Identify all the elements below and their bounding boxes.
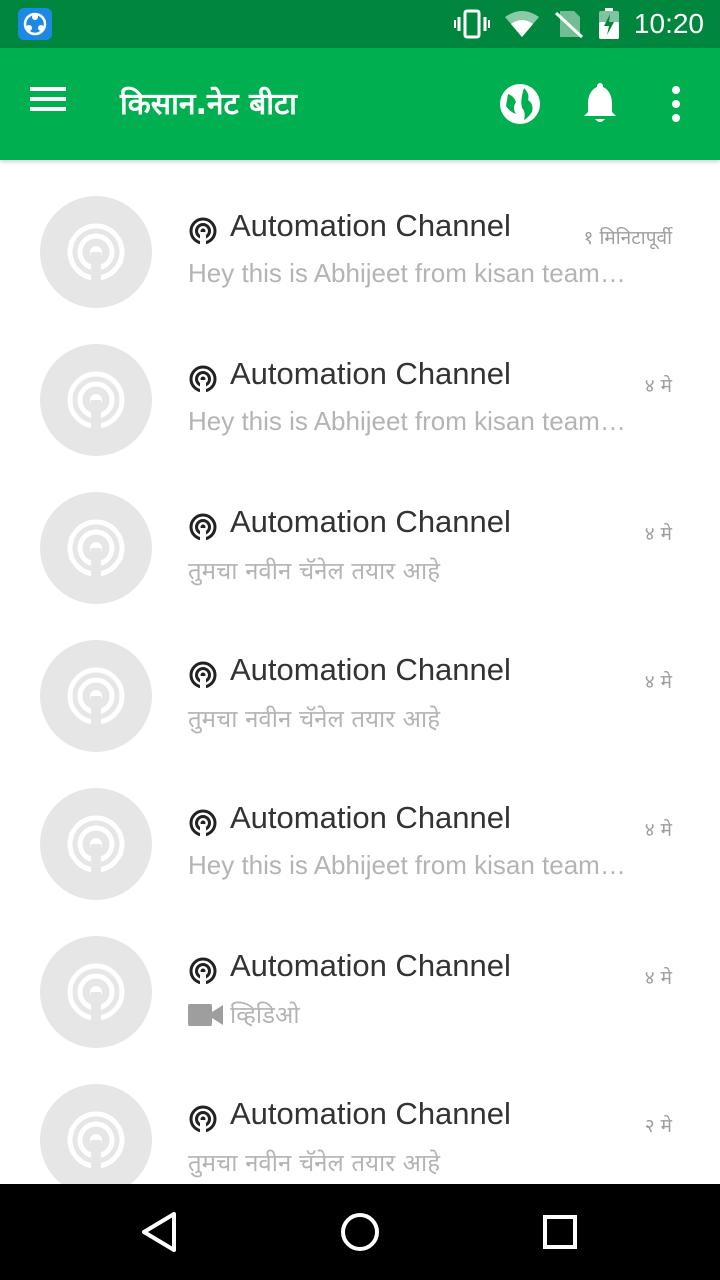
channel-avatar bbox=[40, 492, 152, 604]
app-title: किसान.नेट बीटा bbox=[120, 87, 297, 122]
channel-row[interactable]: Automation Channel १ मिनिटापूर्वी Hey th… bbox=[0, 160, 720, 308]
back-icon[interactable] bbox=[136, 1208, 184, 1256]
channel-row[interactable]: Automation Channel ४ मे तुमचा नवीन चॅनेल… bbox=[0, 456, 720, 604]
channel-list: Automation Channel १ मिनिटापूर्वी Hey th… bbox=[0, 160, 720, 1184]
navigation-bar bbox=[0, 1184, 720, 1280]
channel-time: २ मे bbox=[644, 1115, 672, 1137]
video-label: व्हिडिओ bbox=[230, 1001, 300, 1029]
recent-apps-icon[interactable] bbox=[536, 1208, 584, 1256]
bell-icon[interactable] bbox=[574, 78, 626, 130]
broadcast-icon bbox=[189, 513, 217, 542]
channel-name: Automation Channel bbox=[230, 800, 511, 835]
video-camera-icon bbox=[188, 1003, 223, 1026]
vibrate-icon bbox=[453, 9, 490, 39]
home-icon[interactable] bbox=[336, 1208, 384, 1256]
channel-last-message: Hey this is Abhijeet from kisan team. We… bbox=[188, 258, 632, 288]
channel-avatar bbox=[40, 936, 152, 1048]
broadcast-icon bbox=[67, 1111, 125, 1170]
channel-avatar bbox=[40, 344, 152, 456]
broadcast-icon bbox=[67, 371, 125, 430]
menu-icon[interactable] bbox=[28, 84, 84, 124]
channel-name: Automation Channel bbox=[230, 652, 511, 687]
channel-avatar bbox=[40, 196, 152, 308]
channel-row[interactable]: Automation Channel ४ मे Hey this is Abhi… bbox=[0, 308, 720, 456]
more-vert-icon[interactable] bbox=[650, 78, 702, 130]
channel-time: ४ मे bbox=[644, 375, 672, 397]
channel-name: Automation Channel bbox=[230, 208, 511, 243]
broadcast-icon bbox=[189, 957, 217, 986]
broadcast-icon bbox=[67, 519, 125, 578]
broadcast-icon bbox=[67, 223, 125, 282]
app-bar: किसान.नेट बीटा bbox=[0, 48, 720, 160]
broadcast-icon bbox=[189, 365, 217, 394]
battery-charging-icon bbox=[598, 8, 619, 39]
globe-icon[interactable] bbox=[494, 78, 546, 130]
channel-row[interactable]: Automation Channel ४ मे तुमचा नवीन चॅनेल… bbox=[0, 604, 720, 752]
channel-last-message: व्हिडिओ bbox=[188, 998, 300, 1031]
channel-name: Automation Channel bbox=[230, 1096, 511, 1131]
channel-name: Automation Channel bbox=[230, 948, 511, 983]
channel-row[interactable]: Automation Channel ४ मे Hey this is Abhi… bbox=[0, 752, 720, 900]
broadcast-icon bbox=[189, 217, 217, 246]
broadcast-icon bbox=[189, 1105, 217, 1134]
broadcast-icon bbox=[67, 667, 125, 726]
channel-last-message: तुमचा नवीन चॅनेल तयार आहे bbox=[188, 705, 440, 733]
share-app-icon bbox=[18, 8, 52, 40]
no-sim-icon bbox=[554, 11, 583, 39]
channel-last-message: तुमचा नवीन चॅनेल तयार आहे bbox=[188, 557, 440, 585]
channel-avatar bbox=[40, 640, 152, 752]
channel-name: Automation Channel bbox=[230, 504, 511, 539]
channel-last-message: Hey this is Abhijeet from kisan team. We… bbox=[188, 850, 632, 880]
channel-last-message: तुमचा नवीन चॅनेल तयार आहे bbox=[188, 1149, 440, 1177]
channel-row[interactable]: Automation Channel २ मे तुमचा नवीन चॅनेल… bbox=[0, 1048, 720, 1184]
broadcast-icon bbox=[67, 815, 125, 874]
broadcast-icon bbox=[189, 809, 217, 838]
channel-avatar bbox=[40, 788, 152, 900]
channel-last-message: Hey this is Abhijeet from kisan team. We… bbox=[188, 406, 632, 436]
status-bar: 10:20 bbox=[0, 0, 720, 48]
channel-time: ४ मे bbox=[644, 671, 672, 693]
status-time: 10:20 bbox=[633, 8, 704, 39]
channel-time: ४ मे bbox=[644, 523, 672, 545]
wifi-icon bbox=[504, 11, 539, 37]
broadcast-icon bbox=[189, 661, 217, 690]
channel-time: ४ मे bbox=[644, 967, 672, 989]
channel-time: १ मिनिटापूर्वी bbox=[583, 227, 672, 249]
channel-avatar bbox=[40, 1084, 152, 1184]
channel-row[interactable]: Automation Channel ४ मे व्हिडिओ bbox=[0, 900, 720, 1048]
channel-time: ४ मे bbox=[644, 819, 672, 841]
channel-name: Automation Channel bbox=[230, 356, 511, 391]
broadcast-icon bbox=[67, 963, 125, 1022]
